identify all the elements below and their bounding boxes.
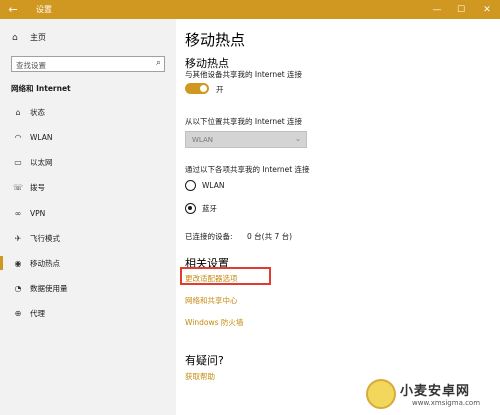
sidebar-item-wlan[interactable]: ◠ WLAN — [12, 130, 53, 144]
dialup-icon: ☏ — [12, 182, 23, 192]
share-from-value: WLAN — [192, 136, 214, 144]
sidebar-item-data-usage[interactable]: ◔ 数据使用量 — [12, 281, 68, 295]
search-placeholder: 查找设置 — [16, 61, 46, 70]
share-over-label: 通过以下各项共享我的 Internet 连接 — [185, 165, 310, 174]
sidebar-item-label: 移动热点 — [30, 258, 60, 268]
radio-label: WLAN — [202, 181, 225, 190]
sidebar-item-ethernet[interactable]: ▭ 以太网 — [12, 155, 53, 169]
wifi-icon: ◠ — [14, 132, 22, 142]
link-network-sharing-center[interactable]: 网络和共享中心 — [185, 295, 238, 306]
home-icon: ⌂ — [12, 32, 18, 43]
sidebar-home-label: 主页 — [30, 33, 46, 42]
vpn-icon: ∞ — [14, 208, 22, 218]
minimize-icon[interactable]: — — [424, 0, 450, 19]
ethernet-icon: ▭ — [14, 157, 22, 167]
main-content: 移动热点 移动热点 与其他设备共享我的 Internet 连接 开 从以下位置共… — [176, 19, 500, 415]
sidebar-item-label: WLAN — [30, 132, 53, 142]
sidebar-item-label: 飞行模式 — [30, 233, 60, 243]
data-usage-icon: ◔ — [14, 283, 22, 293]
radio-bluetooth[interactable]: 蓝牙 — [185, 203, 217, 214]
sidebar-item-label: 状态 — [30, 107, 45, 117]
search-input[interactable]: 查找设置 ⌕ — [11, 56, 165, 72]
sidebar-item-label: VPN — [30, 208, 46, 218]
sidebar: ⌂ 主页 查找设置 ⌕ 网络和 Internet ⌂ 状态 ◠ WLAN ▭ 以… — [0, 19, 176, 415]
sidebar-item-label: 数据使用量 — [30, 283, 68, 293]
share-from-select[interactable]: WLAN ⌄ — [185, 131, 307, 148]
status-icon: ⌂ — [15, 107, 21, 117]
watermark: 小麦安卓网 www.xmsigma.com — [352, 377, 500, 415]
sidebar-item-vpn[interactable]: ∞ VPN — [12, 206, 46, 220]
chevron-down-icon: ⌄ — [295, 135, 301, 143]
sidebar-item-label: 以太网 — [30, 157, 53, 167]
link-windows-firewall[interactable]: Windows 防火墙 — [185, 317, 243, 328]
sidebar-item-hotspot[interactable]: ◉ 移动热点 — [0, 256, 60, 270]
sidebar-home[interactable]: ⌂ 主页 — [12, 32, 46, 43]
title-bar: ← 设置 — ☐ ✕ — [0, 0, 500, 19]
sidebar-item-label: 代理 — [30, 308, 45, 318]
back-arrow-icon[interactable]: ← — [0, 0, 26, 19]
close-icon[interactable]: ✕ — [474, 0, 500, 19]
hotspot-toggle[interactable] — [185, 83, 209, 94]
toggle-knob — [200, 85, 207, 92]
radio-circle — [185, 180, 196, 191]
hotspot-icon: ◉ — [14, 258, 22, 268]
sidebar-item-dialup[interactable]: ☏ 拨号 — [12, 180, 45, 194]
watermark-title: 小麦安卓网 — [400, 384, 471, 399]
radio-label: 蓝牙 — [202, 204, 217, 213]
globe-icon: ⊕ — [14, 308, 22, 318]
share-from-label: 从以下位置共享我的 Internet 连接 — [185, 117, 303, 126]
maximize-icon[interactable]: ☐ — [448, 0, 474, 19]
watermark-logo-icon — [366, 379, 396, 409]
link-get-help[interactable]: 获取帮助 — [185, 371, 215, 382]
toggle-state-label: 开 — [216, 85, 224, 94]
search-icon[interactable]: ⌕ — [156, 58, 161, 68]
connected-devices-value: 0 台(共 7 台) — [247, 232, 293, 241]
sidebar-item-label: 拨号 — [30, 182, 45, 192]
airplane-icon: ✈ — [14, 233, 22, 243]
help-heading: 有疑问? — [185, 354, 224, 367]
sidebar-section-title: 网络和 Internet — [11, 84, 71, 93]
radio-circle-checked — [185, 203, 196, 214]
page-title: 移动热点 — [185, 31, 246, 49]
sidebar-item-status[interactable]: ⌂ 状态 — [12, 105, 45, 119]
radio-wlan[interactable]: WLAN — [185, 180, 225, 191]
link-adapter-options[interactable]: 更改适配器选项 — [185, 273, 238, 284]
share-connection-label: 与其他设备共享我的 Internet 连接 — [185, 70, 303, 79]
window-title: 设置 — [36, 5, 52, 14]
connected-devices-label: 已连接的设备: — [185, 232, 233, 241]
sidebar-item-airplane[interactable]: ✈ 飞行模式 — [12, 231, 60, 245]
sidebar-item-proxy[interactable]: ⊕ 代理 — [12, 306, 45, 320]
watermark-url: www.xmsigma.com — [412, 399, 481, 407]
